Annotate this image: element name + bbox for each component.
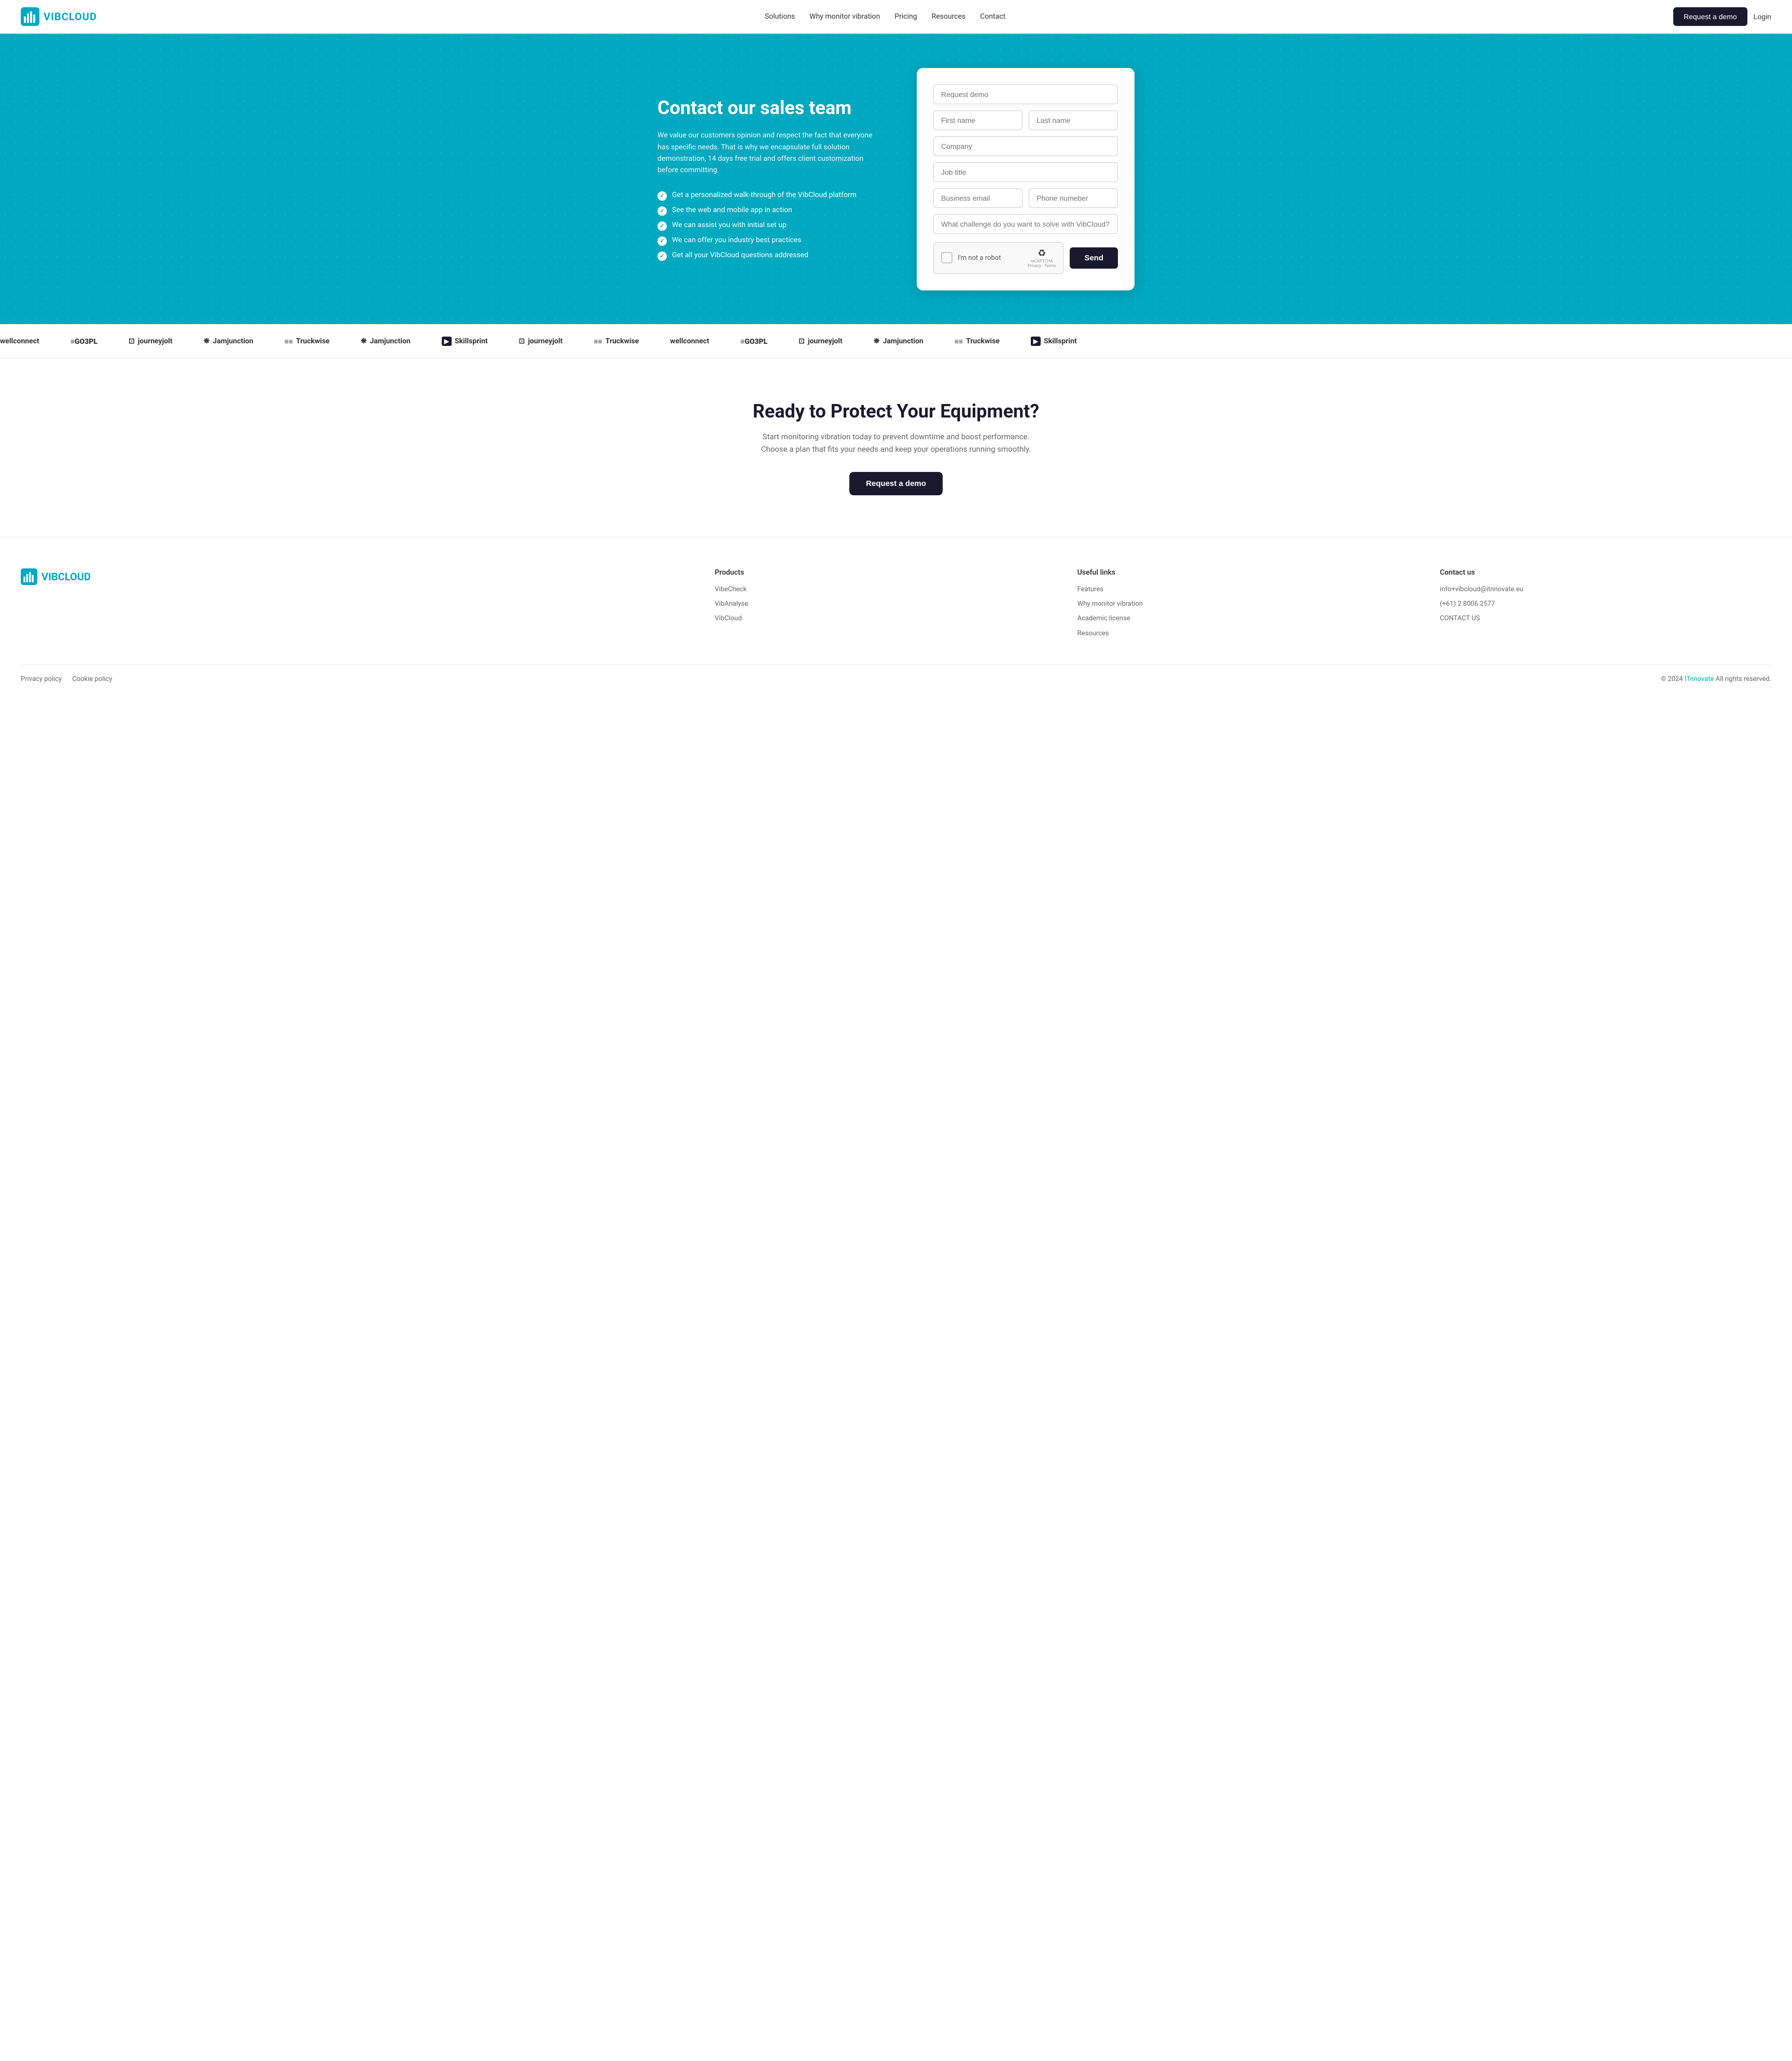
check-icon-4: [657, 236, 667, 246]
footer-logo-text: VIBCLOUD: [41, 570, 91, 583]
footer-vibcloud-link[interactable]: VibCloud: [715, 614, 1046, 623]
itnnovate-link[interactable]: ITnnovate: [1685, 675, 1714, 683]
contact-form-card: I'm not a robot ♻ reCAPTCHA Privacy - Te…: [917, 68, 1135, 290]
check-icon-5: [657, 252, 667, 261]
logo-wellconnect-2: wellconnect: [670, 337, 709, 345]
nav-pricing[interactable]: Pricing: [894, 12, 917, 21]
check-icon-2: [657, 206, 667, 216]
recaptcha-logo: ♻ reCAPTCHA Privacy - Terms: [1028, 248, 1056, 268]
hero-heading: Contact our sales team: [657, 97, 886, 119]
logo-journeyjolt-1: ⊡journeyjolt: [129, 337, 173, 345]
footer-copyright: © 2024 ITnnovate All rights reserved.: [1661, 675, 1771, 683]
check-icon-3: [657, 221, 667, 231]
logos-track: wellconnect ≡GO3PL ⊡journeyjolt ❋Jamjunc…: [0, 337, 1077, 346]
nav-why-monitor[interactable]: Why monitor vibration: [809, 12, 880, 21]
navbar: VIBCLOUD Solutions Why monitor vibration…: [0, 0, 1792, 34]
logo-wellconnect-1: wellconnect: [0, 337, 39, 345]
list-item: See the web and mobile app in action: [657, 206, 886, 216]
hero-checklist: Get a personalized walk-through of the V…: [657, 191, 886, 261]
footer-products-col: Products VibeCheck VibAnalyse VibCloud: [715, 568, 1046, 644]
cookie-policy-link[interactable]: Cookie policy: [72, 675, 112, 683]
name-row: [933, 110, 1118, 136]
cta-heading: Ready to Protect Your Equipment?: [21, 400, 1771, 422]
cta-description: Start monitoring vibration today to prev…: [21, 430, 1771, 455]
footer-products-heading: Products: [715, 568, 1046, 577]
challenge-input[interactable]: [933, 214, 1118, 234]
last-name-input[interactable]: [1029, 110, 1118, 130]
logo-text: VIBCLOUD: [44, 10, 97, 23]
recaptcha-widget[interactable]: I'm not a robot ♻ reCAPTCHA Privacy - Te…: [933, 242, 1063, 274]
list-item: We can assist you with initial set up: [657, 221, 886, 231]
recaptcha-label: I'm not a robot: [958, 254, 1001, 262]
recaptcha-checkbox[interactable]: [941, 252, 953, 263]
logo[interactable]: VIBCLOUD: [21, 7, 97, 26]
request-demo-button[interactable]: Request a demo: [1673, 7, 1747, 26]
footer-logo: VIBCLOUD: [21, 568, 683, 585]
nav-links: Solutions Why monitor vibration Pricing …: [765, 12, 1005, 21]
footer-why-monitor-link[interactable]: Why monitor vibration: [1077, 600, 1409, 609]
cta-section: Ready to Protect Your Equipment? Start m…: [0, 359, 1792, 537]
hero-description: We value our customers opinion and respe…: [657, 130, 886, 176]
logo-go3pl-2: ≡GO3PL: [740, 337, 767, 346]
nav-solutions[interactable]: Solutions: [765, 12, 795, 21]
nav-contact[interactable]: Contact: [980, 12, 1005, 21]
logo-truckwise-1: ≡≡Truckwise: [285, 337, 330, 346]
logo-go3pl-1: ≡GO3PL: [71, 337, 97, 346]
logo-icon: [21, 7, 39, 26]
footer-contact-us-link[interactable]: CONTACT US: [1440, 614, 1771, 623]
footer-logo-icon: [21, 568, 37, 585]
list-item: Get a personalized walk-through of the V…: [657, 191, 886, 201]
nav-actions: Request a demo Login: [1673, 7, 1771, 26]
nav-resources[interactable]: Resources: [932, 12, 966, 21]
footer-useful-col: Useful links Features Why monitor vibrat…: [1077, 568, 1409, 644]
footer-resources-link[interactable]: Resources: [1077, 629, 1409, 638]
footer-phone: (+61) 2 8006 2577: [1440, 600, 1771, 609]
hero-content: Contact our sales team We value our cust…: [657, 97, 886, 261]
logo-skillsprint-1: ▶ Skillsprint: [442, 337, 488, 346]
footer-logo-col: VIBCLOUD: [21, 568, 683, 644]
footer-vibanalyse-link[interactable]: VibAnalyse: [715, 600, 1046, 609]
logos-section: wellconnect ≡GO3PL ⊡journeyjolt ❋Jamjunc…: [0, 324, 1792, 359]
footer-useful-heading: Useful links: [1077, 568, 1409, 577]
footer-email: info+vibcloud@itnnovate.eu: [1440, 585, 1771, 594]
logo-skillsprint-2: ▶ Skillsprint: [1031, 337, 1077, 346]
footer-contact-heading: Contact us: [1440, 568, 1771, 577]
footer-contact-col: Contact us info+vibcloud@itnnovate.eu (+…: [1440, 568, 1771, 644]
first-name-input[interactable]: [933, 110, 1023, 130]
login-button[interactable]: Login: [1754, 12, 1771, 21]
request-demo-input[interactable]: [933, 85, 1118, 104]
check-icon-1: [657, 191, 667, 201]
phone-input[interactable]: [1029, 188, 1118, 208]
job-title-input[interactable]: [933, 162, 1118, 182]
logo-journeyjolt-2: ⊡journeyjolt: [519, 337, 563, 345]
footer: VIBCLOUD Products VibeCheck VibAnalyse V…: [0, 537, 1792, 693]
footer-vibecheck-link[interactable]: VibeCheck: [715, 585, 1046, 594]
form-bottom-row: I'm not a robot ♻ reCAPTCHA Privacy - Te…: [933, 242, 1118, 274]
logo-truckwise-3: ≡≡Truckwise: [955, 337, 1000, 346]
company-input[interactable]: [933, 136, 1118, 156]
list-item: Get all your VibCloud questions addresse…: [657, 251, 886, 261]
list-item: We can offer you industry best practices: [657, 236, 886, 246]
privacy-policy-link[interactable]: Privacy policy: [21, 675, 62, 683]
cta-request-demo-button[interactable]: Request a demo: [849, 472, 943, 495]
send-button[interactable]: Send: [1070, 247, 1118, 269]
contact-row: [933, 188, 1118, 214]
logo-jamjunction-2: ❋Jamjunction: [361, 337, 411, 345]
business-email-input[interactable]: [933, 188, 1023, 208]
logo-jamjunction-1: ❋Jamjunction: [204, 337, 254, 345]
logo-truckwise-2: ≡≡Truckwise: [594, 337, 639, 346]
footer-bottom-links: Privacy policy Cookie policy: [21, 675, 112, 683]
footer-features-link[interactable]: Features: [1077, 585, 1409, 594]
hero-section: Contact our sales team We value our cust…: [0, 34, 1792, 324]
footer-bottom: Privacy policy Cookie policy © 2024 ITnn…: [21, 664, 1771, 693]
logo-jamjunction-3: ❋Jamjunction: [874, 337, 923, 345]
footer-academic-link[interactable]: Academic license: [1077, 614, 1409, 623]
logo-journeyjolt-3: ⊡journeyjolt: [799, 337, 843, 345]
footer-main: VIBCLOUD Products VibeCheck VibAnalyse V…: [21, 568, 1771, 664]
